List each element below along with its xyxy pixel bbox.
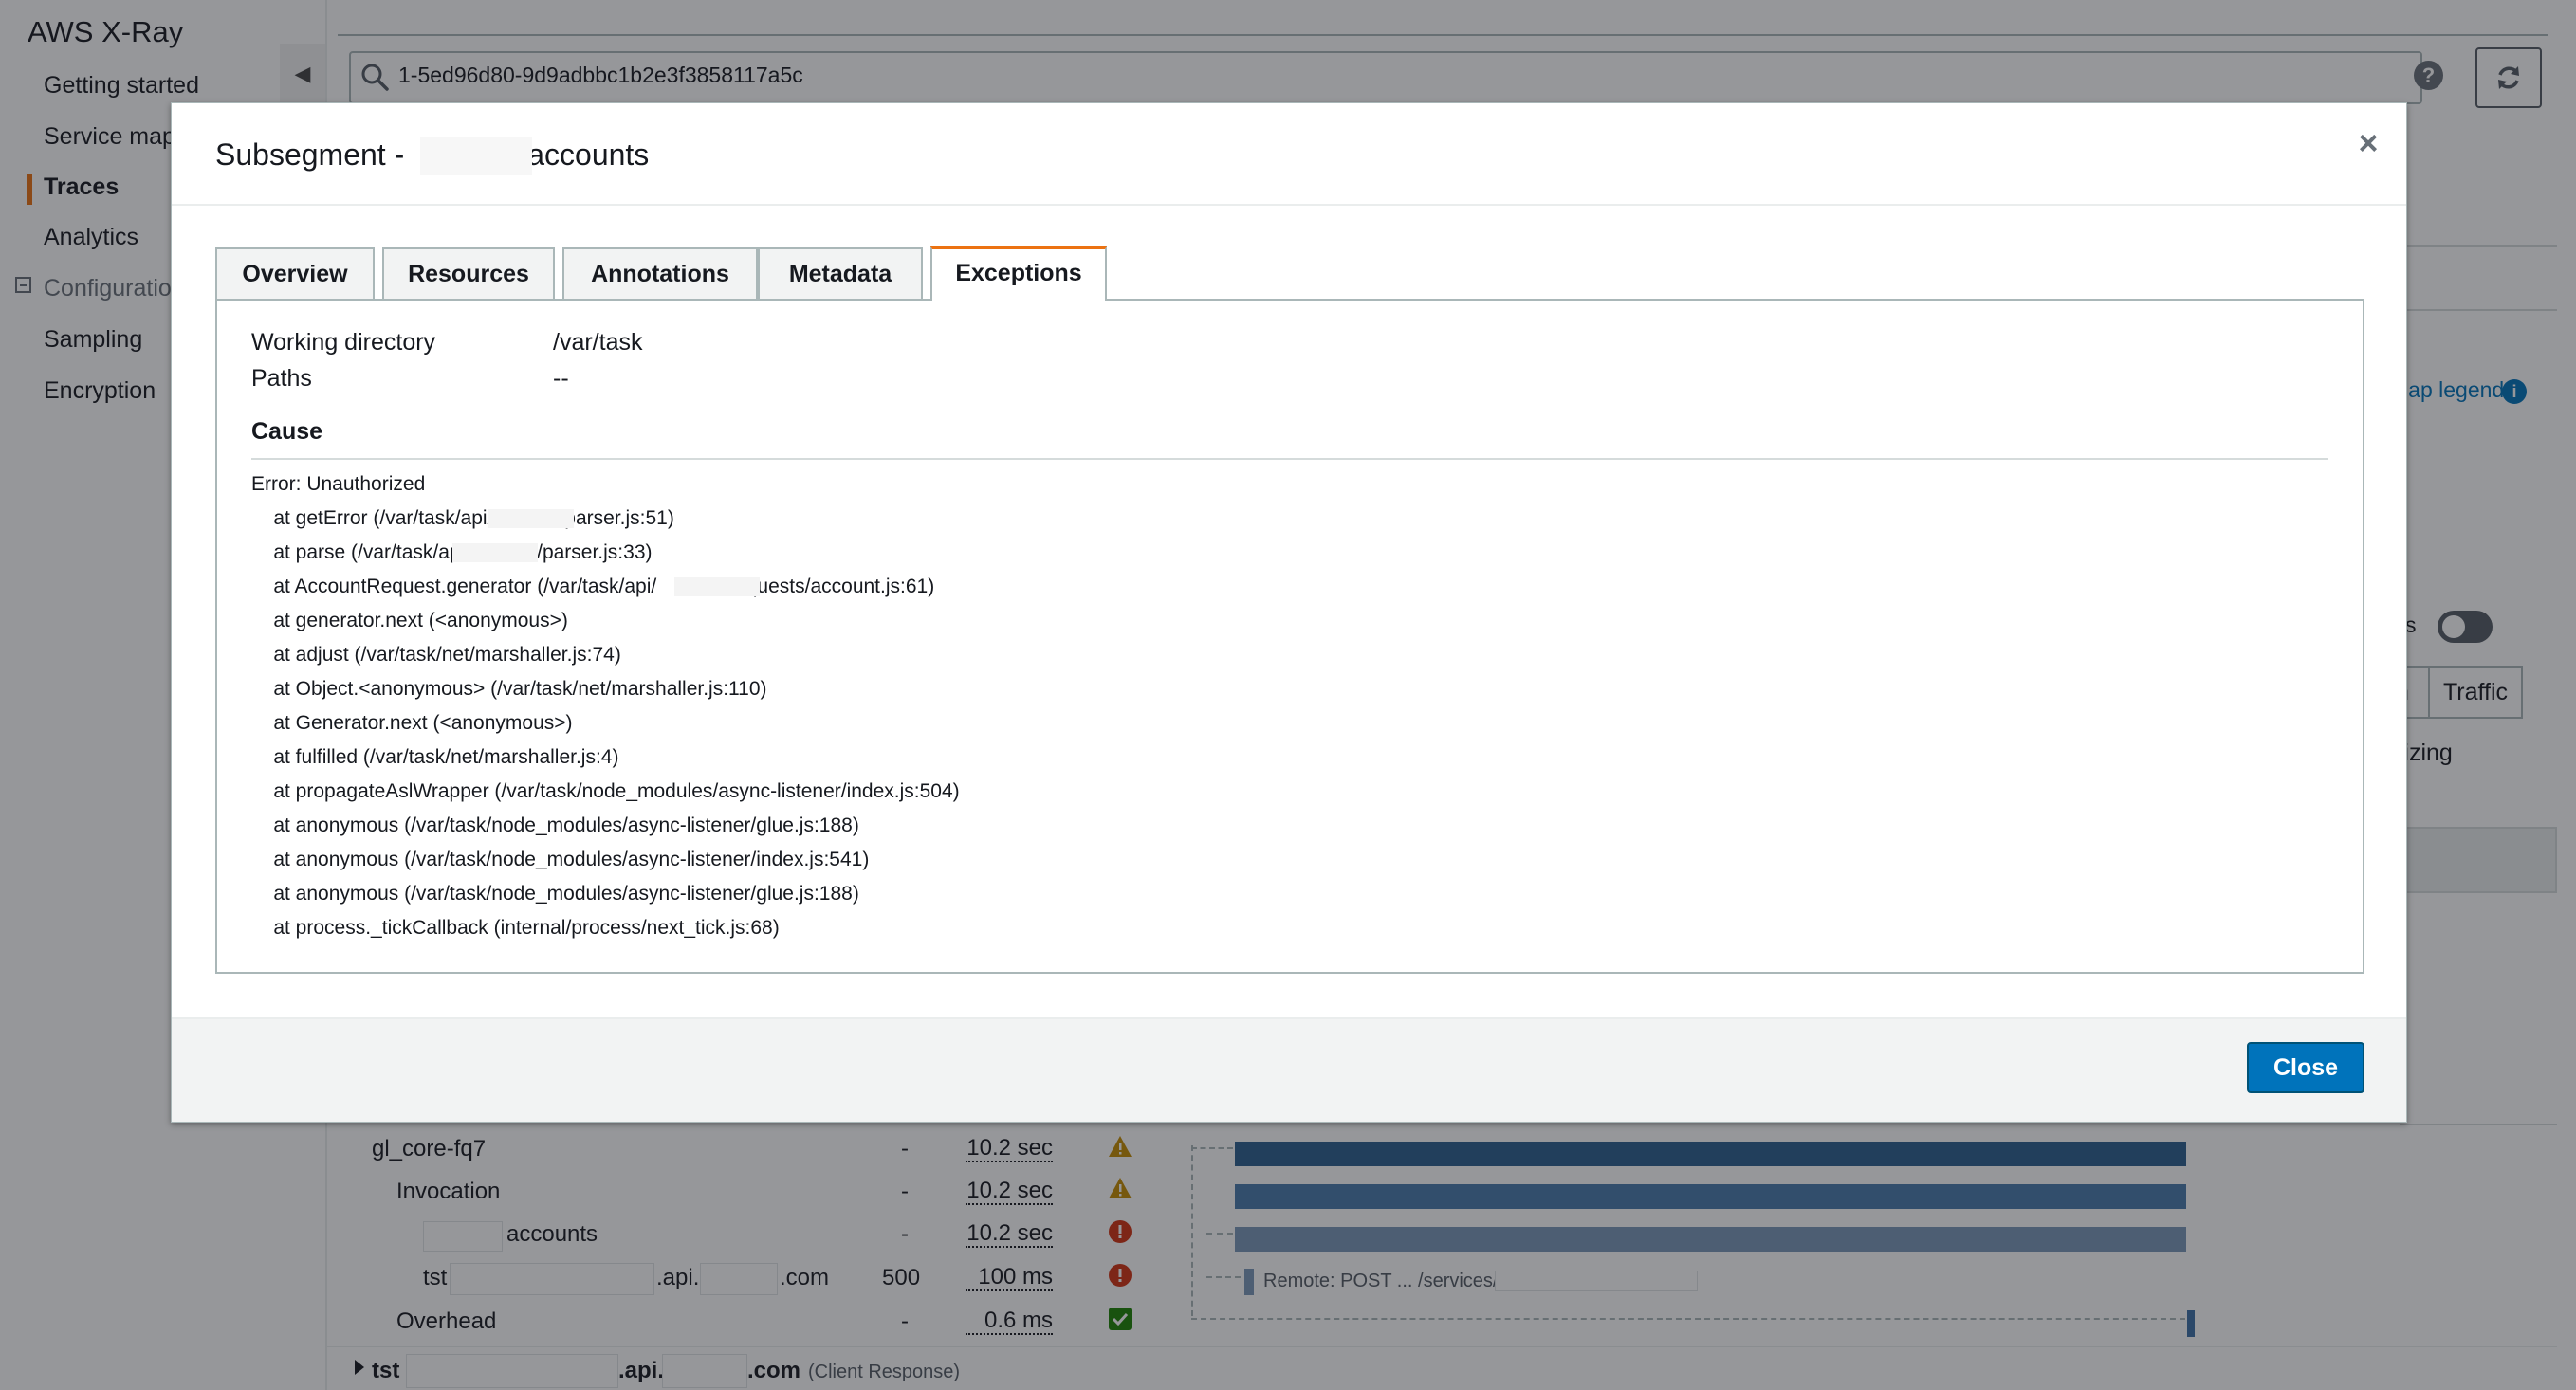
stack-line: at AccountRequest.generator (/var/task/a… <box>251 576 935 597</box>
close-button[interactable]: Close <box>2247 1042 2364 1093</box>
redacted-text <box>674 577 760 596</box>
stack-line: at Generator.next (<anonymous>) <box>251 712 573 734</box>
stack-line: at anonymous (/var/task/node_modules/asy… <box>251 814 859 836</box>
stack-line: at adjust (/var/task/net/marshaller.js:7… <box>251 644 621 666</box>
stack-line: at propagateAslWrapper (/var/task/node_m… <box>251 780 960 802</box>
paths-value: -- <box>553 365 569 392</box>
cause-heading: Cause <box>251 418 323 445</box>
working-directory-value: /var/task <box>553 329 643 356</box>
close-icon[interactable]: × <box>2349 124 2387 162</box>
exceptions-panel <box>215 299 2364 974</box>
stack-line: at anonymous (/var/task/node_modules/asy… <box>251 849 870 870</box>
stack-line: at fulfilled (/var/task/net/marshaller.j… <box>251 746 619 768</box>
tab-exceptions[interactable]: Exceptions <box>930 246 1107 301</box>
tab-overview[interactable]: Overview <box>215 247 375 299</box>
tab-metadata[interactable]: Metadata <box>758 247 923 299</box>
subsegment-modal: Subsegment - accounts × Overview Resource… <box>171 102 2407 1123</box>
redacted-text <box>452 543 538 562</box>
tab-annotations[interactable]: Annotations <box>562 247 758 299</box>
modal-footer <box>172 1017 2406 1122</box>
working-directory-label: Working directory <box>251 329 436 356</box>
redacted-text <box>488 509 574 528</box>
paths-label: Paths <box>251 365 312 392</box>
stack-line: at generator.next (<anonymous>) <box>251 610 568 631</box>
cause-divider <box>251 458 2328 460</box>
stack-line: at anonymous (/var/task/node_modules/asy… <box>251 883 859 905</box>
stack-line: at process._tickCallback (internal/proce… <box>251 917 780 939</box>
stack-line: Error: Unauthorized <box>251 473 426 495</box>
stack-line: at getError (/var/task/api/ /parser.js:5… <box>251 507 674 529</box>
modal-title-suffix: accounts <box>527 137 650 172</box>
tab-resources[interactable]: Resources <box>382 247 555 299</box>
modal-title-prefix: Subsegment - <box>215 137 405 172</box>
stack-line: at Object.<anonymous> (/var/task/net/mar… <box>251 678 767 700</box>
redacted-text <box>420 137 532 175</box>
